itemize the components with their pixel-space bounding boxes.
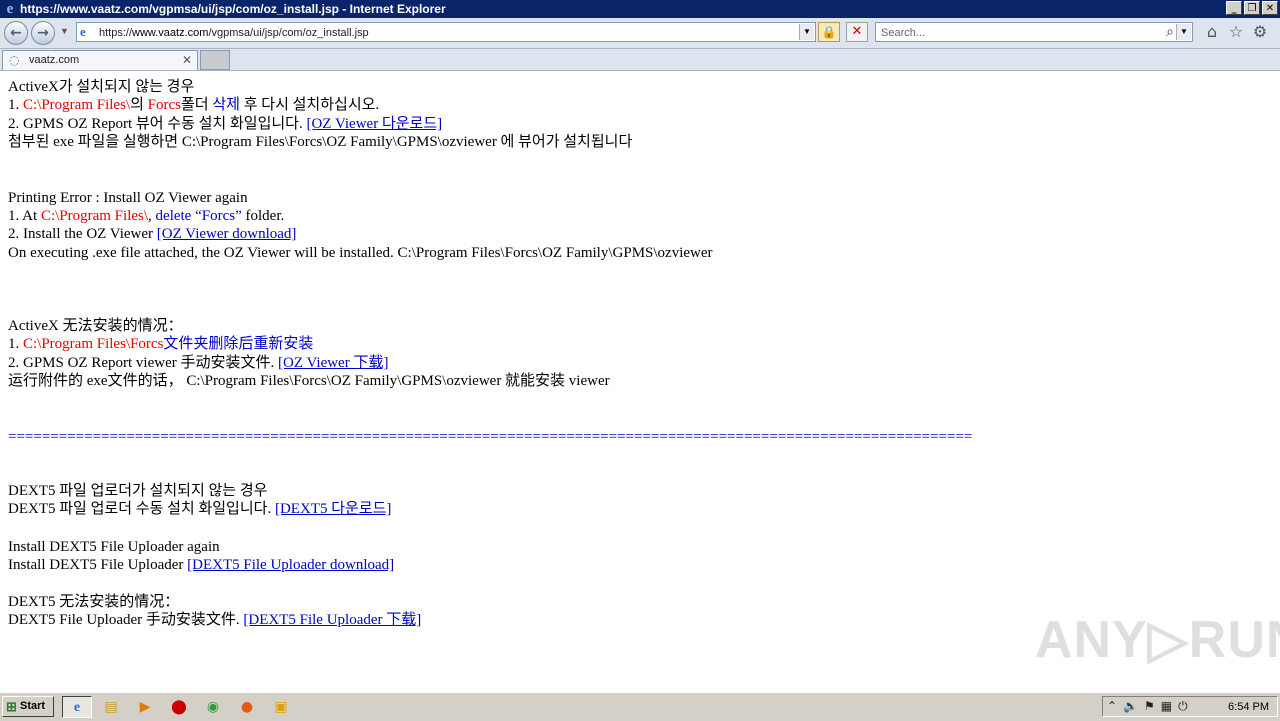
- file-explorer-icon[interactable]: ▤: [96, 696, 126, 718]
- tools-gear-icon[interactable]: ⚙: [1251, 23, 1269, 41]
- windows-flag-icon: ⊞: [6, 699, 17, 714]
- oz-zh-step1: 1. C:\Program Files\Forcs文件夹删除后重新安装: [8, 336, 314, 352]
- search-input[interactable]: Search...: [881, 26, 925, 40]
- show-hidden-icons-icon[interactable]: ⌃: [1107, 698, 1117, 715]
- oz-ko-heading: ActiveX가 설치되지 않는 경우: [8, 79, 195, 95]
- oz-zh-note: 运行附件的 exe文件的话， C:\Program Files\Forcs\OZ…: [8, 373, 610, 389]
- oz-ko-note: 첨부된 exe 파일을 실행하면 C:\Program Files\Forcs\…: [8, 134, 633, 150]
- power-icon[interactable]: ⏻: [1178, 698, 1188, 715]
- search-icon[interactable]: ⌕: [1166, 24, 1174, 40]
- dext-ko-step: DEXT5 파일 업로더 수동 설치 화일입니다. [DEXT5 다운로드]: [8, 501, 392, 517]
- oz-ko-step2: 2. GPMS OZ Report 뷰어 수동 설치 화일입니다. [OZ Vi…: [8, 116, 443, 132]
- history-dropdown-icon[interactable]: ▼: [60, 26, 69, 36]
- volume-icon[interactable]: 🔈: [1123, 698, 1138, 715]
- oz-zh-heading: ActiveX 无法安装的情况：: [8, 318, 183, 334]
- window-controls: _ ❐ ✕: [1226, 1, 1278, 15]
- internet-explorer-taskbar-icon[interactable]: e: [62, 696, 92, 718]
- oz-en-heading: Printing Error : Install OZ Viewer again: [8, 190, 248, 206]
- page-content: ActiveX가 설치되지 않는 경우 1. C:\Program Files\…: [0, 71, 1280, 691]
- navigation-bar: ← → ▼ e https://www.vaatz.com/vgpmsa/ui/…: [0, 18, 1280, 49]
- opera-icon[interactable]: ⬤: [164, 696, 194, 718]
- tab-label: vaatz.com: [29, 54, 80, 66]
- oz-viewer-download-ko-link[interactable]: [OZ Viewer 다운로드]: [306, 116, 442, 132]
- taskbar: ⊞ Start e ▤ ▶ ⬤ ◉ ● ▣ ⌃ 🔈 ⚑ ▦ ⏻ 6:54 PM: [0, 692, 1280, 721]
- dext-ko-heading: DEXT5 파일 업로더가 설치되지 않는 경우: [8, 483, 268, 499]
- oz-viewer-download-zh-link[interactable]: [OZ Viewer 下载]: [278, 355, 388, 371]
- dext5-download-zh-link[interactable]: [DEXT5 File Uploader 下载]: [243, 612, 421, 628]
- anyrun-watermark: ANY▷RUN: [1035, 604, 1280, 674]
- outlook-icon[interactable]: ▣: [266, 696, 296, 718]
- loading-spinner-icon: ◌: [9, 53, 20, 67]
- dext5-download-en-link[interactable]: [DEXT5 File Uploader download]: [187, 557, 394, 573]
- close-button[interactable]: ✕: [1262, 1, 1278, 15]
- favorites-star-icon[interactable]: ☆: [1227, 23, 1245, 41]
- tab-bar: ◌ vaatz.com ✕: [0, 49, 1280, 71]
- system-tray: ⌃ 🔈 ⚑ ▦ ⏻ 6:54 PM: [1102, 696, 1278, 717]
- dext-en-step: Install DEXT5 File Uploader [DEXT5 File …: [8, 557, 395, 573]
- internet-explorer-icon: e: [6, 1, 14, 17]
- action-center-flag-icon[interactable]: ⚑: [1144, 698, 1155, 715]
- window-title-bar: e https://www.vaatz.com/vgpmsa/ui/jsp/co…: [0, 0, 1280, 18]
- home-icon[interactable]: ⌂: [1203, 23, 1221, 41]
- dext5-download-ko-link[interactable]: [DEXT5 다운로드]: [275, 501, 391, 517]
- dext-en-heading: Install DEXT5 File Uploader again: [8, 539, 220, 555]
- dext-zh-step: DEXT5 File Uploader 手动安装文件. [DEXT5 File …: [8, 612, 422, 628]
- window-title: https://www.vaatz.com/vgpmsa/ui/jsp/com/…: [20, 2, 446, 16]
- oz-viewer-download-en-link[interactable]: [OZ Viewer download]: [157, 226, 297, 242]
- restore-button[interactable]: ❐: [1244, 1, 1260, 15]
- firefox-icon[interactable]: ●: [232, 696, 262, 718]
- oz-zh-step2: 2. GPMS OZ Report viewer 手动安装文件. [OZ Vie…: [8, 355, 389, 371]
- address-url[interactable]: https://www.vaatz.com/vgpmsa/ui/jsp/com/…: [99, 26, 369, 40]
- address-bar[interactable]: e https://www.vaatz.com/vgpmsa/ui/jsp/co…: [76, 22, 816, 42]
- watermark-text: ANY▷RUN: [1035, 611, 1280, 669]
- search-box[interactable]: Search... ⌕ ▼: [875, 22, 1193, 42]
- page-favicon-icon: e: [80, 24, 86, 39]
- media-player-icon[interactable]: ▶: [130, 696, 160, 718]
- oz-en-note: On executing .exe file attached, the OZ …: [8, 245, 713, 261]
- taskbar-apps: e ▤ ▶ ⬤ ◉ ● ▣: [62, 696, 296, 718]
- section-separator: ========================================…: [8, 429, 973, 445]
- network-icon[interactable]: ▦: [1161, 698, 1172, 715]
- stop-button[interactable]: ✕: [846, 22, 868, 42]
- search-dropdown-icon[interactable]: ▼: [1176, 24, 1191, 40]
- start-button[interactable]: ⊞ Start: [2, 696, 54, 717]
- tab-vaatz[interactable]: ◌ vaatz.com ✕: [2, 50, 198, 70]
- oz-en-step1: 1. At C:\Program Files\, delete “Forcs” …: [8, 208, 285, 224]
- oz-en-step2: 2. Install the OZ Viewer [OZ Viewer down…: [8, 226, 297, 242]
- tab-close-icon[interactable]: ✕: [182, 53, 192, 67]
- dext-zh-heading: DEXT5 无法安装的情况：: [8, 594, 180, 610]
- clock[interactable]: 6:54 PM: [1228, 699, 1269, 715]
- chrome-icon[interactable]: ◉: [198, 696, 228, 718]
- back-button[interactable]: ←: [4, 21, 28, 45]
- security-lock-icon[interactable]: 🔒: [818, 22, 840, 42]
- oz-ko-step1: 1. C:\Program Files\의 Forcs폴더 삭제 후 다시 설치…: [8, 97, 380, 113]
- minimize-button[interactable]: _: [1226, 1, 1242, 15]
- new-tab-button[interactable]: [200, 50, 230, 70]
- forward-button[interactable]: →: [31, 21, 55, 45]
- toolbar-icons: ⌂ ☆ ⚙: [1203, 23, 1269, 41]
- address-dropdown-icon[interactable]: ▼: [799, 24, 814, 40]
